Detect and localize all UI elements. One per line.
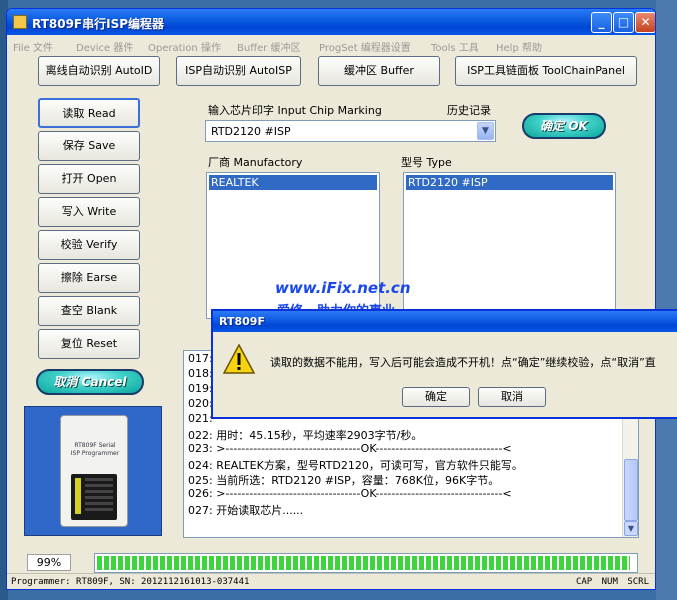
close-button[interactable]: ✕ (635, 12, 655, 33)
save-button[interactable]: 保存 Save (38, 131, 140, 161)
verify-button[interactable]: 校验 Verify (38, 230, 140, 260)
warning-icon (223, 344, 255, 374)
progress-fill (97, 556, 630, 570)
autoisp-button[interactable]: ISP自动识别 AutoISP (176, 56, 301, 86)
menu-tools[interactable]: Tools 工具 (431, 39, 479, 54)
list-item-type[interactable]: RTD2120 #ISP (406, 175, 613, 190)
main-window: RT809F串行ISP编程器 _ □ ✕ File 文件 Device 器件 O… (6, 8, 656, 590)
menu-device[interactable]: Device 器件 (76, 39, 133, 54)
log-line: 020: (188, 397, 213, 410)
scroll-thumb[interactable] (624, 459, 638, 521)
read-button[interactable]: 读取 Read (38, 98, 140, 128)
menu-file[interactable]: File 文件 (13, 39, 53, 54)
toolchain-panel-button[interactable]: ISP工具链面板 ToolChainPanel (455, 56, 637, 86)
device-photo-text: RT809F Serial ISP Programmer (70, 442, 120, 457)
warning-dialog: RT809F 读取的数据不能用，写入后可能会造成不开机！点“确定”继续校验，点“… (211, 309, 677, 419)
log-line: 022: 用时：45.15秒，平均速率2903字节/秒。 (188, 429, 423, 442)
write-button[interactable]: 写入 Write (38, 197, 140, 227)
menu-bar: File 文件 Device 器件 Operation 操作 Buffer 缓冲… (7, 35, 655, 55)
log-line: 024: REALTEK方案，型号RTD2120，可读可写，官方软件只能写。 (188, 459, 523, 472)
log-line: 017: (188, 352, 213, 365)
dialog-message: 读取的数据不能用，写入后可能会造成不开机！点“确定”继续校验，点“取消”直 (270, 356, 656, 369)
blank-check-button[interactable]: 查空 Blank (38, 296, 140, 326)
watermark-url: www.iFix.net.cn (275, 279, 411, 297)
log-line: 018: (188, 367, 213, 380)
autoid-button[interactable]: 离线自动识别 AutoID (38, 56, 160, 86)
maximize-button[interactable]: □ (613, 12, 634, 33)
app-icon (13, 15, 27, 29)
log-line: 026: >----------------------------------… (188, 487, 512, 500)
progress-percent: 99% (27, 554, 71, 571)
chevron-down-icon[interactable]: ▼ (477, 122, 494, 140)
socket-lever (75, 478, 81, 514)
type-label: 型号 Type (401, 156, 452, 169)
log-line: 019: (188, 382, 213, 395)
programmer-image: RT809F Serial ISP Programmer (60, 415, 128, 527)
manufactory-label: 厂商 Manufactory (208, 156, 303, 169)
keyboard-flags: CAP NUM SCRL (575, 577, 649, 587)
ok-button[interactable]: 确定 OK (522, 113, 606, 139)
log-line: 025: 当前所选：RTD2120 #ISP，容量：768K位，96K字节。 (188, 474, 500, 487)
log-line: 023: >----------------------------------… (188, 442, 512, 455)
chip-marking-value: RTD2120 #ISP (211, 125, 291, 138)
list-item-manufactory[interactable]: REALTEK (209, 175, 377, 190)
socket-pins (85, 478, 113, 514)
reset-button[interactable]: 复位 Reset (38, 329, 140, 359)
type-list[interactable]: RTD2120 #ISP (403, 172, 616, 319)
menu-buffer[interactable]: Buffer 缓冲区 (237, 39, 301, 54)
cancel-button[interactable]: 取消 Cancel (36, 369, 144, 395)
dialog-cancel-button[interactable]: 取消 (478, 387, 546, 407)
desktop-edge-right-low (656, 419, 677, 600)
window-title: RT809F串行ISP编程器 (32, 17, 165, 31)
progress-bar (94, 553, 638, 573)
title-bar[interactable]: RT809F串行ISP编程器 _ □ ✕ (7, 9, 655, 35)
dialog-title[interactable]: RT809F (213, 311, 677, 332)
log-line: 027: 开始读取芯片...... (188, 504, 304, 517)
device-photo: RT809F Serial ISP Programmer (24, 406, 162, 536)
chip-marking-combo[interactable]: RTD2120 #ISP ▼ (205, 120, 496, 142)
status-bar: Programmer: RT809F, SN: 2012112161013-03… (7, 573, 655, 589)
log-line: 021: (188, 412, 213, 425)
minimize-button[interactable]: _ (591, 12, 612, 33)
chip-marking-label: 输入芯片印字 Input Chip Marking (208, 104, 382, 117)
scroll-down-arrow-icon[interactable]: ▼ (624, 521, 638, 536)
menu-operation[interactable]: Operation 操作 (148, 39, 221, 54)
menu-progset[interactable]: ProgSet 编程器设置 (319, 39, 411, 54)
menu-help[interactable]: Help 帮助 (496, 39, 542, 54)
buffer-button[interactable]: 缓冲区 Buffer (318, 56, 440, 86)
erase-button[interactable]: 擦除 Earse (38, 263, 140, 293)
desktop-edge-right (656, 0, 677, 309)
history-label: 历史记录 (447, 104, 491, 117)
dialog-ok-button[interactable]: 确定 (402, 387, 470, 407)
open-button[interactable]: 打开 Open (38, 164, 140, 194)
programmer-status: Programmer: RT809F, SN: 2012112161013-03… (11, 577, 250, 587)
